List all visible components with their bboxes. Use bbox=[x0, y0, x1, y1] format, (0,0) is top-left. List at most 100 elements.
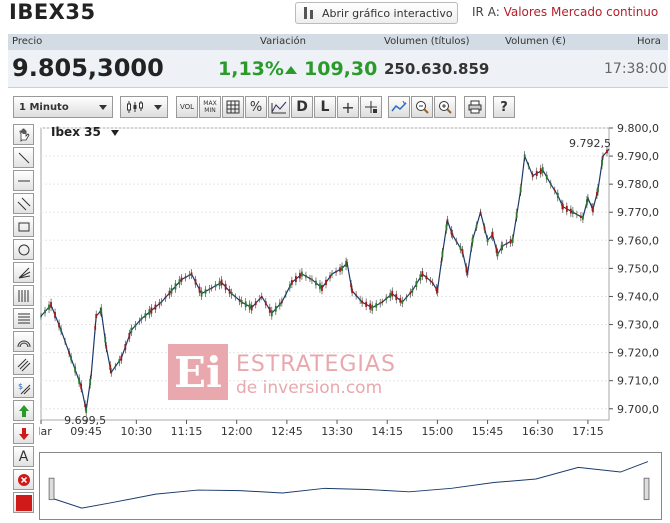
percent-button[interactable]: % bbox=[245, 96, 267, 118]
linear-button[interactable]: L bbox=[314, 96, 336, 118]
chevron-down-icon bbox=[154, 104, 162, 110]
candle-body bbox=[238, 299, 241, 302]
navigator-left-handle bbox=[48, 477, 55, 501]
fan-tool[interactable] bbox=[13, 262, 34, 283]
candle-body bbox=[188, 274, 191, 276]
color-picker-tool[interactable] bbox=[13, 492, 34, 513]
candle-body bbox=[60, 328, 62, 332]
candle-body bbox=[587, 197, 589, 200]
candle-body bbox=[288, 284, 291, 289]
candle-body bbox=[602, 155, 604, 157]
compare-button[interactable] bbox=[268, 96, 290, 118]
candle-body bbox=[465, 266, 468, 273]
candle-body bbox=[94, 325, 97, 330]
x-tick-label: 14:15 bbox=[371, 425, 403, 438]
goto-selector[interactable]: IR A: Valores Mercado continuo bbox=[472, 5, 658, 19]
speed-lines-tool[interactable]: $ bbox=[13, 377, 34, 398]
crosshair-button[interactable]: + bbox=[337, 96, 359, 118]
horizontal-line-tool[interactable] bbox=[13, 170, 34, 191]
hand-tool[interactable] bbox=[13, 124, 34, 145]
candle-body bbox=[375, 303, 378, 308]
parallel-lines-tool[interactable] bbox=[13, 354, 34, 375]
candle-body bbox=[301, 271, 303, 277]
speed-lines-icon: $ bbox=[18, 382, 30, 394]
candle-body bbox=[401, 300, 404, 304]
candle-body bbox=[582, 215, 584, 220]
candle-body bbox=[606, 149, 608, 154]
candle-body bbox=[218, 280, 221, 287]
candle-body bbox=[109, 364, 112, 370]
channel-tool[interactable] bbox=[13, 193, 34, 214]
candle-body bbox=[411, 288, 414, 293]
sell-signal-tool[interactable] bbox=[13, 423, 34, 444]
hand-icon bbox=[19, 128, 30, 142]
candle-body bbox=[405, 297, 408, 299]
interval-value: 1 Minuto bbox=[19, 101, 69, 113]
x-tick-label: Mar bbox=[39, 425, 52, 438]
delete-icon bbox=[17, 473, 30, 486]
daily-button[interactable]: D bbox=[291, 96, 313, 118]
zoom-in-icon bbox=[439, 101, 452, 114]
candle-body bbox=[234, 296, 237, 298]
candle-body bbox=[128, 332, 131, 339]
y-tick-label: 9.720,0 bbox=[617, 347, 659, 360]
candle-body bbox=[355, 294, 358, 297]
zoom-out-button[interactable] bbox=[411, 96, 433, 118]
candle-body bbox=[446, 219, 449, 223]
rectangle-icon bbox=[18, 222, 29, 231]
maxmin-button[interactable]: MAX MIN bbox=[199, 96, 221, 118]
interval-select[interactable]: 1 Minuto bbox=[13, 96, 113, 118]
candle-body bbox=[466, 273, 469, 275]
candle-body bbox=[429, 280, 432, 282]
navigator-chart[interactable] bbox=[39, 452, 662, 520]
candle-body bbox=[204, 289, 207, 294]
indicators-button[interactable] bbox=[388, 96, 410, 118]
print-button[interactable] bbox=[464, 96, 486, 118]
candle-body bbox=[168, 290, 171, 296]
delete-tool[interactable] bbox=[13, 469, 34, 490]
candle-body bbox=[198, 286, 201, 293]
candle-body bbox=[170, 288, 173, 294]
candle-body bbox=[371, 304, 374, 311]
open-interactive-chart-button[interactable]: Abrir gráfico interactivo bbox=[295, 2, 458, 24]
crosshair-lock-button[interactable] bbox=[360, 96, 382, 118]
arc-tool[interactable] bbox=[13, 331, 34, 352]
candle-body bbox=[248, 303, 251, 310]
green-up-arrow-icon bbox=[18, 404, 29, 417]
volume-button[interactable]: VOL bbox=[176, 96, 198, 118]
text-tool[interactable]: A bbox=[13, 446, 34, 467]
y-tick-label: 9.800,0 bbox=[617, 124, 659, 135]
ellipse-tool[interactable] bbox=[13, 239, 34, 260]
fibonacci-vertical-tool[interactable] bbox=[13, 285, 34, 306]
buy-signal-tool[interactable] bbox=[13, 400, 34, 421]
candle-body bbox=[280, 300, 283, 304]
candle-body bbox=[369, 303, 372, 310]
x-tick-label: 15:00 bbox=[422, 425, 454, 438]
printer-icon bbox=[468, 100, 482, 114]
candle-body bbox=[505, 242, 508, 245]
rectangle-tool[interactable] bbox=[13, 216, 34, 237]
fibonacci-retracement-tool[interactable] bbox=[13, 308, 34, 329]
candle-body bbox=[575, 214, 578, 216]
chart-type-select[interactable] bbox=[120, 96, 168, 118]
candle-body bbox=[495, 247, 498, 254]
candle-body bbox=[553, 190, 556, 192]
candle-body bbox=[254, 301, 257, 305]
help-button[interactable]: ? bbox=[493, 96, 515, 118]
candle-body bbox=[561, 203, 564, 210]
candle-body bbox=[140, 317, 143, 320]
candle-body bbox=[345, 260, 347, 267]
y-tick-label: 9.760,0 bbox=[617, 234, 659, 247]
header-variation: Variación bbox=[260, 36, 306, 47]
zoom-in-button[interactable] bbox=[434, 96, 456, 118]
zoom-out-icon bbox=[416, 101, 429, 114]
grid-button[interactable] bbox=[222, 96, 244, 118]
candle-body bbox=[89, 379, 92, 386]
candle-body bbox=[110, 371, 113, 374]
main-price-chart[interactable]: 9.800,0 9.790,0 9.780,0 9.770,0 9.760,0 9.750… bbox=[39, 124, 670, 448]
trendline-tool[interactable] bbox=[13, 147, 34, 168]
candle-body bbox=[531, 174, 534, 178]
parallel-lines-icon bbox=[17, 358, 30, 371]
goto-value[interactable]: Valores Mercado continuo bbox=[504, 5, 659, 19]
candle-body bbox=[260, 296, 263, 298]
